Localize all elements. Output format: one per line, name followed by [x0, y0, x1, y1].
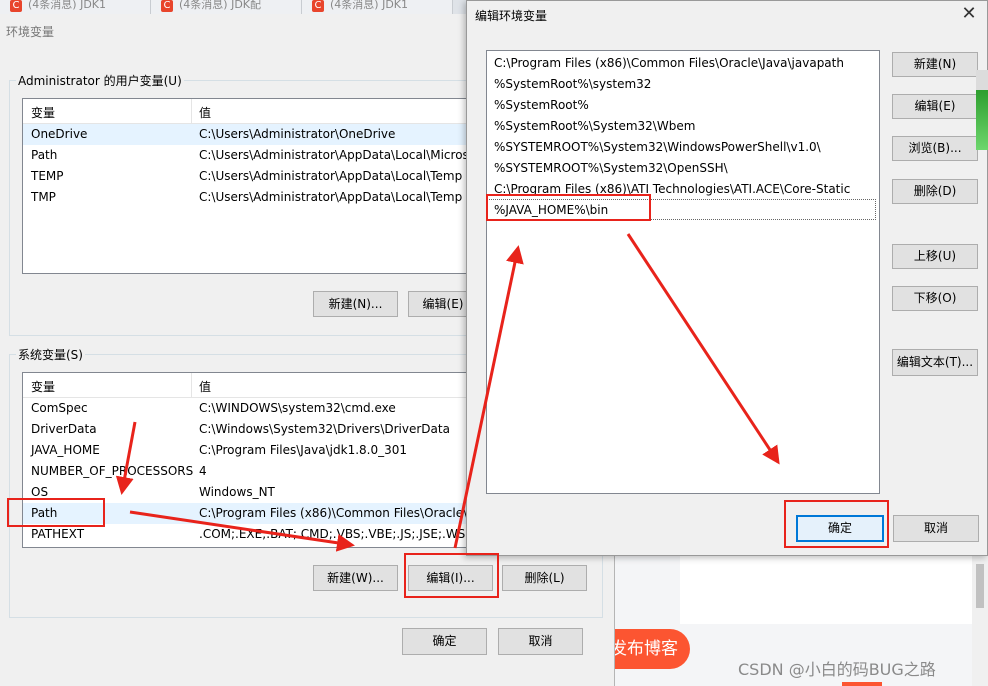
annotation-arrow — [115, 421, 137, 495]
annotation-arrow — [453, 245, 524, 549]
annotation-arrow — [626, 233, 780, 465]
annotation-arrows — [115, 233, 780, 552]
annotation-arrow — [129, 510, 355, 552]
